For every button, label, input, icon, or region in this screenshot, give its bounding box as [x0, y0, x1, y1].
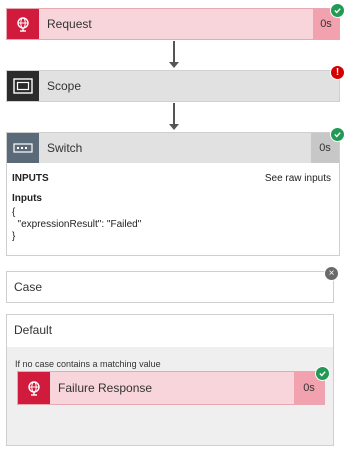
request-card[interactable]: Request 0s	[6, 3, 345, 40]
inputs-code-line: }	[12, 231, 16, 242]
switch-header[interactable]: Switch 0s	[7, 133, 339, 163]
scope-card[interactable]: Scope !	[6, 65, 345, 102]
connector-arrowhead	[169, 124, 179, 130]
connector-arrow-line	[173, 103, 175, 125]
case-label: Case	[14, 280, 43, 294]
scope-icon-box	[7, 71, 39, 101]
close-icon[interactable]: ×	[324, 266, 339, 281]
error-status-icon: !	[330, 65, 345, 80]
inputs-code-line: "expressionResult": "Failed"	[12, 219, 142, 230]
inputs-label: Inputs	[12, 193, 42, 204]
globe-icon	[17, 17, 29, 32]
connector-arrowhead	[169, 62, 179, 68]
default-body: If no case contains a matching value Fai…	[7, 347, 333, 445]
request-label: Request	[47, 17, 92, 31]
case-card[interactable]: Case ×	[6, 266, 339, 303]
connector-arrow-line	[173, 41, 175, 63]
failure-response-label: Failure Response	[58, 381, 153, 395]
switch-label: Switch	[47, 141, 83, 155]
failure-icon-box	[18, 372, 50, 404]
default-card[interactable]: Default If no case contains a matching v…	[6, 314, 334, 446]
no-case-description: If no case contains a matching value	[15, 359, 161, 369]
scope-label: Scope	[47, 79, 82, 93]
scope-icon	[13, 78, 33, 94]
inputs-code-line: {	[12, 207, 16, 218]
switch-icon-box	[7, 133, 39, 163]
see-raw-inputs-link[interactable]: See raw inputs	[265, 173, 331, 184]
failure-response-card[interactable]: Failure Response 0s	[17, 366, 330, 405]
globe-icon	[28, 381, 40, 396]
success-check-icon	[330, 3, 345, 18]
request-icon-box	[7, 9, 39, 39]
switch-icon	[13, 143, 33, 153]
success-check-icon	[315, 366, 330, 381]
inputs-section-title: INPUTS	[12, 173, 49, 184]
default-label: Default	[14, 323, 53, 337]
success-check-icon	[330, 127, 345, 142]
switch-card[interactable]: Switch 0s INPUTS See raw inputs Inputs {…	[6, 127, 345, 256]
default-header[interactable]: Default	[7, 315, 333, 345]
